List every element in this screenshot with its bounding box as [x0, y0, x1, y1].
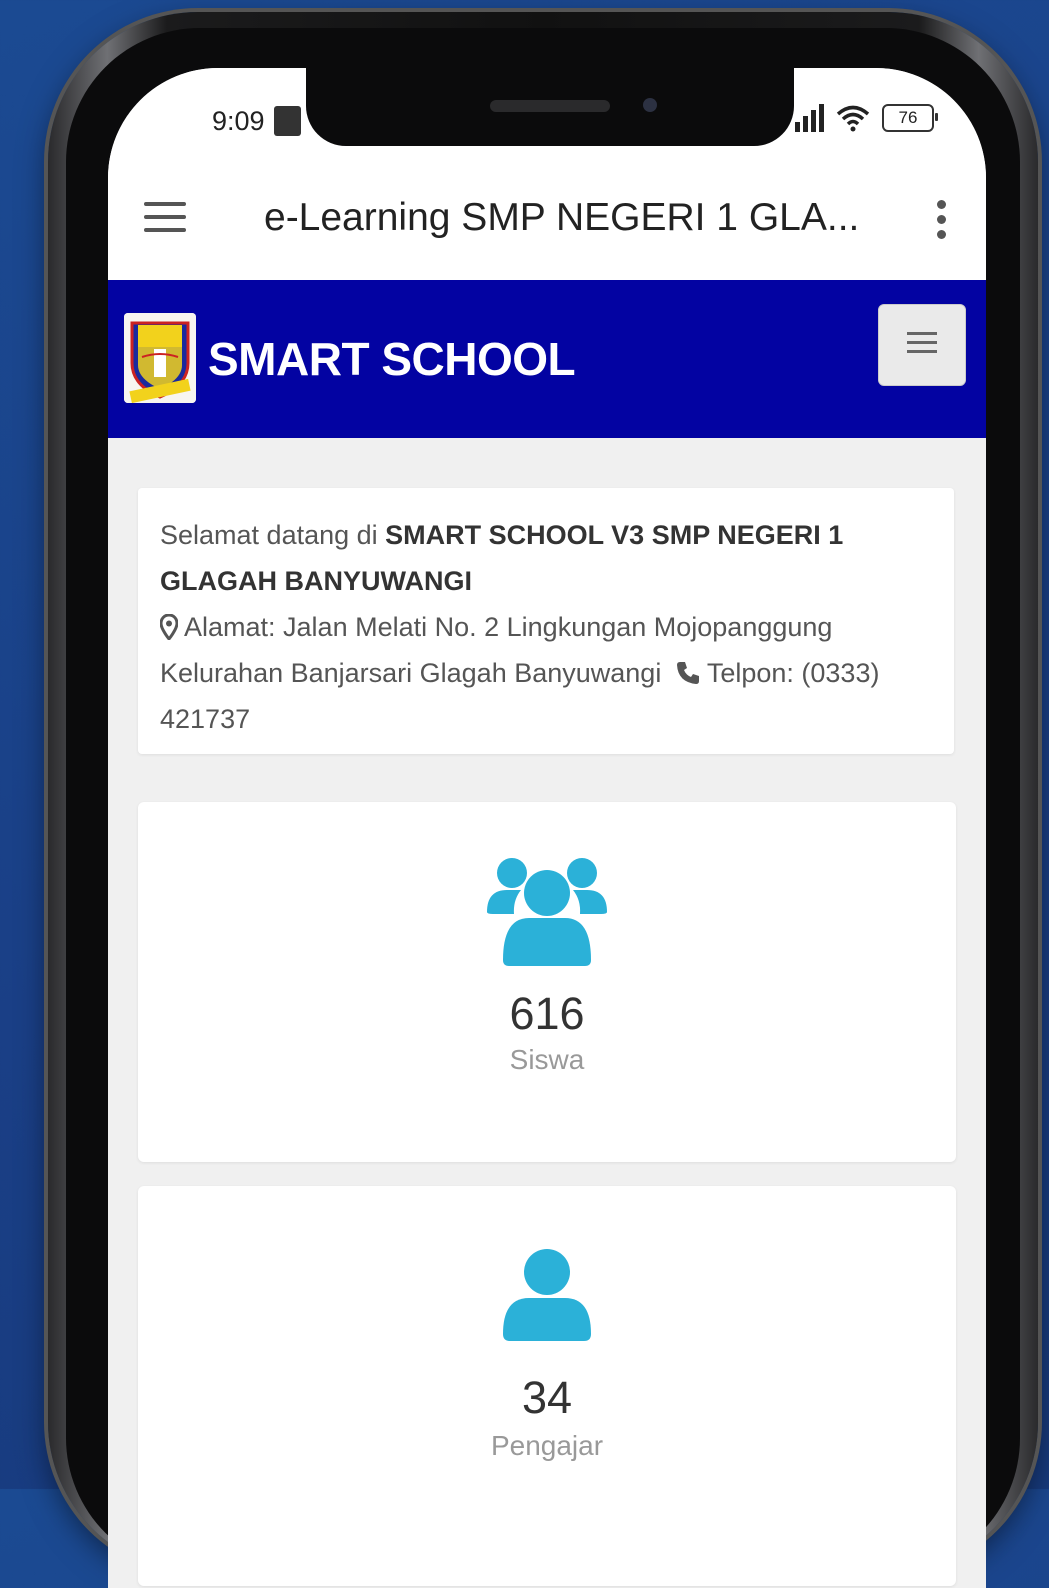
signal-icon	[795, 104, 824, 132]
phone-icon	[676, 662, 699, 684]
users-icon	[487, 858, 607, 966]
battery-icon: 76	[882, 104, 938, 132]
stat-value-pengajar: 34	[521, 1372, 573, 1423]
main-content: Selamat datang di SMART SCHOOL V3 SMP NE…	[108, 438, 986, 1588]
camera-notch	[306, 68, 794, 146]
stat-card-siswa[interactable]: 616 Siswa	[138, 802, 956, 1162]
stat-value-siswa: 616	[509, 988, 585, 1039]
front-camera	[643, 98, 657, 112]
system-icons: 76	[795, 104, 938, 132]
stat-label-siswa: Siswa	[509, 1044, 585, 1075]
phone-screen: 9:09 76 e-Learning SMP NEGERI 1 GLA... S…	[108, 68, 986, 1588]
battery-level: 76	[898, 108, 918, 127]
wifi-icon	[836, 105, 870, 132]
status-bar: 9:09 76	[108, 68, 986, 148]
app-title: e-Learning SMP NEGERI 1 GLA...	[264, 196, 860, 239]
brand-title[interactable]: SMART SCHOOL	[208, 332, 576, 386]
site-header: SMART SCHOOL	[108, 280, 986, 438]
stat-label-pengajar: Pengajar	[490, 1430, 604, 1461]
user-icon	[503, 1249, 591, 1341]
map-marker-icon	[160, 614, 178, 640]
nav-drawer-button[interactable]	[144, 202, 186, 234]
status-time: 9:09	[212, 106, 265, 136]
app-bar: e-Learning SMP NEGERI 1 GLA...	[108, 148, 986, 280]
welcome-card: Selamat datang di SMART SCHOOL V3 SMP NE…	[138, 488, 954, 754]
speaker-grille	[490, 100, 610, 112]
site-menu-toggle[interactable]	[878, 304, 966, 386]
notification-icon	[274, 106, 301, 136]
stat-card-pengajar[interactable]: 34 Pengajar	[138, 1186, 956, 1586]
overflow-menu-button[interactable]	[934, 200, 948, 240]
school-logo[interactable]	[124, 313, 196, 403]
welcome-greeting: Selamat datang di	[160, 520, 378, 550]
